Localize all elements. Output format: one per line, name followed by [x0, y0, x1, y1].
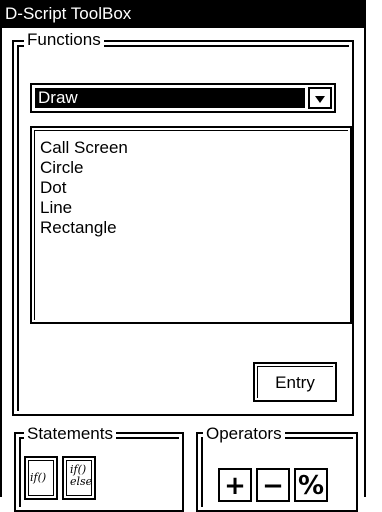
if-statement-button[interactable]: if(): [24, 456, 58, 500]
function-category-dropdown[interactable]: Draw: [30, 83, 336, 113]
entry-button-label: Entry: [275, 373, 315, 392]
if-label: if(): [70, 463, 87, 476]
list-item[interactable]: Rectangle: [32, 218, 350, 238]
operators-legend: Operators: [203, 424, 285, 444]
if-label: if(): [30, 471, 47, 484]
dropdown-selected-value[interactable]: Draw: [35, 88, 305, 108]
function-list: Call Screen Circle Dot Line Rectangle: [32, 128, 350, 238]
chevron-down-icon[interactable]: [308, 87, 332, 109]
list-item[interactable]: Circle: [32, 158, 350, 178]
functions-legend: Functions: [24, 30, 104, 50]
list-item[interactable]: Call Screen: [32, 138, 350, 158]
function-listbox[interactable]: Call Screen Circle Dot Line Rectangle: [30, 126, 352, 324]
statements-legend: Statements: [24, 424, 116, 444]
else-label: else: [70, 475, 93, 488]
list-item[interactable]: Line: [32, 198, 350, 218]
list-item[interactable]: Dot: [32, 178, 350, 198]
window-title[interactable]: D-Script ToolBox: [2, 0, 364, 28]
if-else-statement-button[interactable]: if() else: [62, 456, 96, 500]
entry-button[interactable]: Entry: [253, 362, 337, 402]
